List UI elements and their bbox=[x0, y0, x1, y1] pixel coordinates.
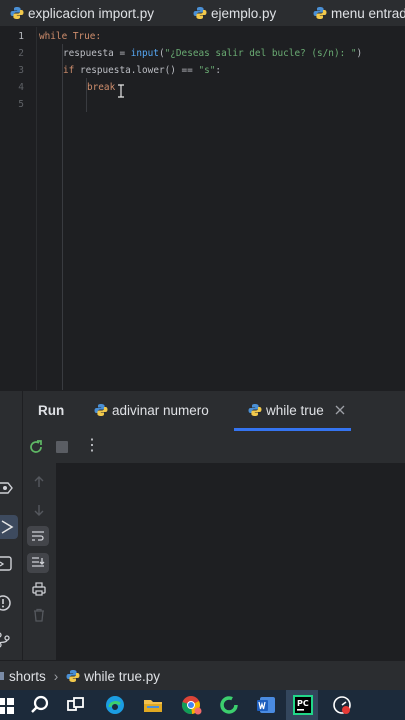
editor-tab-menu-entrada[interactable]: menu entrada bbox=[313, 0, 405, 26]
run-icon bbox=[1, 520, 14, 534]
line-number: 2 bbox=[18, 48, 24, 59]
more-options-icon[interactable]: ⋮ bbox=[84, 435, 100, 455]
run-tool-window: Run adivinar numero while true ⋮ bbox=[0, 390, 405, 661]
breadcrumb-separator: › bbox=[53, 668, 59, 684]
folder-icon bbox=[0, 672, 4, 680]
run-panel-title: Run bbox=[38, 402, 65, 418]
editor-tab-explicacion[interactable]: explicacion import.py bbox=[10, 0, 154, 26]
arrow-up-icon[interactable] bbox=[32, 475, 46, 489]
svg-text:PC: PC bbox=[297, 699, 309, 708]
chrome-icon[interactable] bbox=[179, 693, 203, 717]
editor-tab-bar: explicacion import.py ejemplo.py menu en… bbox=[0, 0, 405, 27]
console-output[interactable] bbox=[56, 463, 405, 661]
problems-icon[interactable] bbox=[0, 594, 12, 612]
windows-start-icon[interactable] bbox=[0, 693, 18, 717]
code-text: ) bbox=[356, 48, 363, 59]
services-icon[interactable] bbox=[0, 479, 14, 497]
terminal-icon[interactable] bbox=[0, 556, 14, 572]
console-side-toolbar bbox=[24, 463, 54, 661]
string-literal: "s" bbox=[198, 65, 216, 76]
function-name: input bbox=[130, 48, 159, 59]
line-number: 5 bbox=[18, 99, 24, 110]
rerun-icon[interactable] bbox=[28, 439, 44, 455]
code-text: : bbox=[215, 65, 222, 76]
run-tab-adivinar-numero[interactable]: adivinar numero bbox=[94, 391, 209, 429]
indent-guide bbox=[62, 44, 63, 390]
editor-tab-ejemplo[interactable]: ejemplo.py bbox=[193, 0, 276, 26]
python-file-icon bbox=[94, 404, 108, 416]
app-red-icon[interactable] bbox=[330, 693, 354, 717]
line-number: 1 bbox=[18, 31, 24, 42]
breadcrumb-project[interactable]: shorts bbox=[9, 669, 46, 684]
arrow-down-icon[interactable] bbox=[32, 503, 46, 517]
scroll-to-end-icon bbox=[32, 557, 45, 567]
search-icon[interactable] bbox=[28, 693, 52, 717]
pycharm-icon[interactable]: PC bbox=[291, 693, 315, 717]
code-editor[interactable]: 1 2 3 4 5 while True: respuesta = input(… bbox=[0, 27, 405, 390]
run-tab-label: while true bbox=[266, 402, 324, 418]
code-line-4: break bbox=[87, 82, 115, 93]
trash-icon[interactable] bbox=[32, 608, 46, 622]
line-number-gutter: 1 2 3 4 5 bbox=[0, 27, 37, 390]
run-tab-while-true[interactable]: while true bbox=[248, 391, 345, 429]
file-explorer-icon[interactable] bbox=[141, 693, 165, 717]
run-tab-label: adivinar numero bbox=[112, 402, 209, 418]
breadcrumb-file[interactable]: while true.py bbox=[84, 669, 160, 684]
stop-icon[interactable] bbox=[56, 441, 68, 453]
run-tool-button[interactable] bbox=[0, 515, 18, 539]
python-file-icon bbox=[193, 7, 207, 19]
editor-tab-label: menu entrada bbox=[331, 5, 405, 21]
keyword: break bbox=[87, 82, 116, 93]
windows-taskbar: PC bbox=[0, 690, 405, 720]
editor-tab-label: explicacion import.py bbox=[28, 5, 155, 21]
keyword: if bbox=[63, 65, 75, 76]
code-line-3: if respuesta.lower() == "s": bbox=[63, 65, 221, 76]
keyword: while bbox=[39, 31, 68, 42]
navigation-breadcrumb: shorts › while true.py bbox=[0, 660, 405, 691]
editor-tab-label: ejemplo.py bbox=[211, 5, 277, 21]
string-literal: "¿Deseas salir del bucle? (s/n): " bbox=[164, 48, 357, 59]
git-icon[interactable] bbox=[0, 631, 12, 649]
edge-icon[interactable] bbox=[103, 693, 127, 717]
code-line-1: while True: bbox=[39, 31, 101, 42]
word-icon[interactable] bbox=[254, 693, 278, 717]
app-green-ring-icon[interactable] bbox=[217, 693, 241, 717]
scroll-to-end-button[interactable] bbox=[27, 553, 49, 573]
soft-wrap-button[interactable] bbox=[27, 526, 49, 546]
python-file-icon bbox=[66, 670, 80, 682]
python-file-icon bbox=[10, 7, 24, 19]
text-cursor-icon bbox=[118, 84, 124, 98]
python-file-icon bbox=[313, 7, 327, 19]
print-icon[interactable] bbox=[32, 582, 46, 596]
line-number: 4 bbox=[18, 82, 24, 93]
code-text: True: bbox=[67, 31, 102, 42]
tool-window-strip bbox=[0, 391, 23, 661]
task-view-icon[interactable] bbox=[64, 693, 88, 717]
run-tabs-bar: Run adivinar numero while true bbox=[24, 391, 405, 431]
code-text: respuesta.lower() == bbox=[74, 65, 199, 76]
close-icon[interactable] bbox=[335, 405, 345, 415]
run-toolbar: ⋮ bbox=[24, 431, 405, 463]
python-file-icon bbox=[248, 404, 262, 416]
soft-wrap-icon bbox=[32, 531, 44, 541]
code-line-2: respuesta = input("¿Deseas salir del buc… bbox=[63, 48, 362, 59]
line-number: 3 bbox=[18, 65, 24, 76]
code-text: respuesta = bbox=[63, 48, 131, 59]
